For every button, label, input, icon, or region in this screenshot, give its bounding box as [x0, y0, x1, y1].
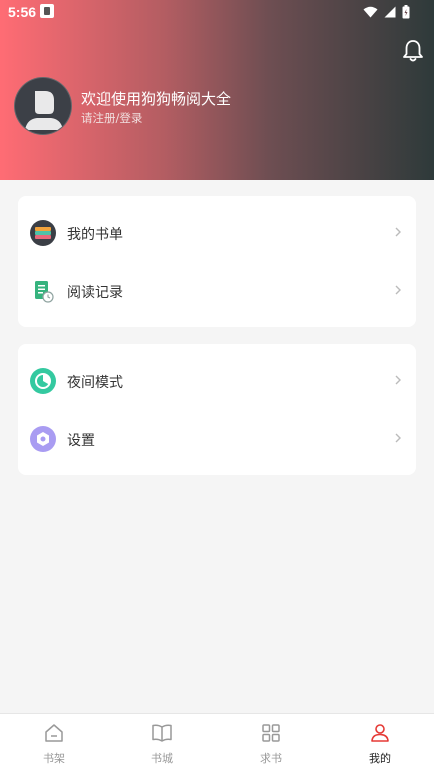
menu-card-preferences: 夜间模式 设置	[18, 344, 416, 475]
menu-item-settings[interactable]: 设置	[18, 409, 416, 467]
cellular-signal-icon	[384, 6, 396, 18]
tab-label: 书城	[151, 752, 173, 765]
login-register-link[interactable]: 请注册/登录	[81, 110, 142, 126]
wifi-icon	[363, 6, 378, 18]
avatar[interactable]	[14, 77, 72, 135]
chevron-right-icon	[395, 285, 401, 295]
night-mode-icon	[30, 368, 56, 394]
tab-bookshelf[interactable]: 书架	[0, 714, 108, 772]
tab-bookstore[interactable]: 书城	[108, 714, 216, 772]
menu-item-label: 我的书单	[67, 227, 123, 243]
chevron-right-icon	[395, 227, 401, 237]
app-notification-icon	[40, 4, 54, 18]
grid-icon	[262, 724, 280, 742]
menu-item-reading-history[interactable]: 阅读记录	[18, 261, 416, 319]
menu-item-label: 夜间模式	[67, 375, 123, 391]
book-list-icon	[30, 220, 56, 246]
chevron-right-icon	[395, 375, 401, 385]
welcome-text: 欢迎使用狗狗畅阅大全	[81, 90, 232, 108]
profile-header: 5:56 欢迎使用狗狗畅阅大全 请注册/登录	[0, 0, 434, 180]
status-bar: 5:56	[0, 0, 434, 24]
bottom-tab-bar: 书架 书城 求书 我的	[0, 713, 434, 772]
settings-icon	[30, 426, 56, 452]
tab-mine[interactable]: 我的	[326, 714, 434, 772]
tab-request-book[interactable]: 求书	[217, 714, 325, 772]
bookshelf-icon	[45, 724, 63, 742]
battery-icon	[402, 5, 410, 19]
menu-item-night-mode[interactable]: 夜间模式	[18, 351, 416, 409]
bell-icon[interactable]	[400, 38, 426, 64]
menu-item-label: 设置	[67, 433, 95, 449]
tab-label: 求书	[260, 752, 282, 765]
status-time: 5:56	[8, 4, 37, 20]
default-avatar-icon	[25, 91, 63, 130]
reading-history-icon	[30, 278, 56, 304]
chevron-right-icon	[395, 433, 401, 443]
tab-label: 我的	[369, 752, 391, 765]
menu-item-label: 阅读记录	[67, 285, 123, 301]
menu-card-library: 我的书单 阅读记录	[18, 196, 416, 327]
open-book-icon	[152, 724, 172, 742]
tab-label: 书架	[43, 752, 65, 765]
menu-item-book-list[interactable]: 我的书单	[18, 203, 416, 261]
user-icon	[371, 724, 389, 742]
